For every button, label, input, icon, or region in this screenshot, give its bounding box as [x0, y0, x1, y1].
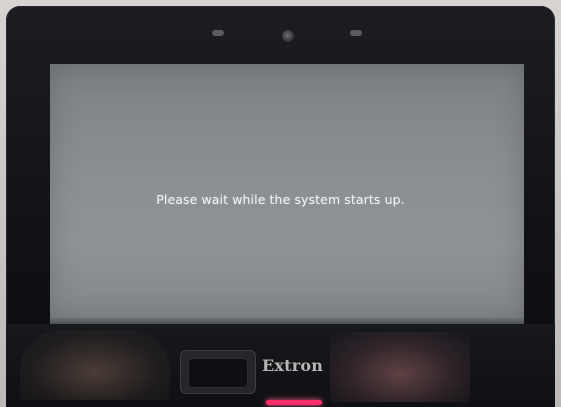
- extron-logo: Extron: [262, 356, 324, 375]
- camera-icon: [282, 30, 294, 42]
- reflection: [330, 332, 470, 402]
- startup-message: Please wait while the system starts up.: [156, 192, 405, 207]
- status-led-icon: [266, 400, 322, 405]
- reflection: [20, 330, 170, 400]
- photo-scene: Please wait while the system starts up. …: [0, 0, 561, 407]
- sensor-icon: [212, 30, 224, 36]
- hardware-button-face[interactable]: [188, 358, 248, 388]
- sensor-icon: [350, 30, 362, 36]
